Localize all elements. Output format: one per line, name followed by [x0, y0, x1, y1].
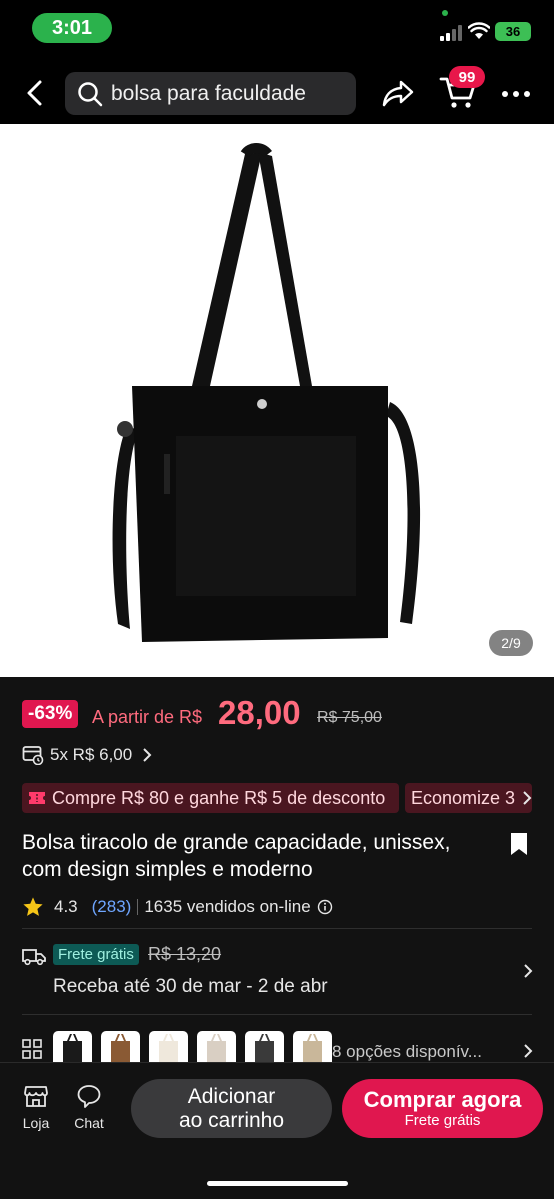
status-time: 3:01: [32, 13, 112, 43]
search-input[interactable]: bolsa para faculdade: [65, 72, 356, 115]
price-prefix: A partir de R$: [92, 707, 203, 727]
status-bar: 3:01 36: [0, 0, 554, 58]
promo-carousel[interactable]: Compre R$ 80 e ganhe R$ 5 de desconto Ec…: [22, 783, 532, 813]
buy-now-sublabel: Frete grátis: [404, 1112, 481, 1129]
add-to-cart-label-line2: ao carrinho: [178, 1108, 285, 1132]
image-counter: 2/9: [489, 630, 533, 656]
review-count[interactable]: (283): [92, 897, 132, 917]
variant-thumbnail[interactable]: [101, 1031, 140, 1062]
variant-thumbnails[interactable]: [53, 1031, 332, 1062]
chevron-right-icon[interactable]: [523, 1043, 533, 1059]
variant-thumbnail[interactable]: [149, 1031, 188, 1062]
store-icon: [24, 1086, 48, 1107]
promo-label: Compre R$ 80 e ganhe R$ 5 de desconto: [52, 787, 386, 808]
free-shipping-badge: Frete grátis: [53, 944, 139, 965]
variants-grid-icon: [22, 1039, 42, 1059]
variants-count[interactable]: 8 opções disponív...: [332, 1042, 482, 1062]
installments-text: 5x R$ 6,00: [50, 745, 133, 764]
rating-value: 4.3: [54, 897, 78, 916]
more-options-icon[interactable]: [501, 90, 531, 98]
sold-count: 1635 vendidos on-line: [144, 897, 311, 916]
delivery-truck-icon: [22, 949, 46, 966]
promo-chip[interactable]: Compre R$ 80 e ganhe R$ 5 de desconto: [22, 783, 399, 813]
rating-row[interactable]: 4.3 (283) 1635 vendidos on-line: [22, 895, 333, 919]
original-price: R$ 75,00: [317, 709, 382, 726]
installments-row[interactable]: 5x R$ 6,00: [22, 743, 158, 767]
top-navigation: bolsa para faculdade 99: [0, 58, 554, 124]
variant-thumbnail[interactable]: [245, 1031, 284, 1062]
bookmark-icon[interactable]: [508, 832, 530, 856]
credit-card-icon: [22, 746, 44, 765]
chevron-right-icon[interactable]: [523, 963, 533, 979]
chat-button[interactable]: Chat: [64, 1083, 114, 1131]
cart-count-badge: 99: [449, 66, 485, 88]
add-to-cart-button[interactable]: Adicionar ao carrinho: [131, 1079, 332, 1138]
section-divider: [22, 928, 532, 929]
product-image: [112, 143, 421, 642]
chat-icon: [77, 1085, 101, 1108]
buy-now-label: Comprar agora: [363, 1087, 522, 1112]
camera-indicator-icon: [442, 10, 448, 16]
cellular-signal-icon: [440, 25, 462, 41]
delivery-estimate[interactable]: Receba até 30 de mar - 2 de abr: [53, 976, 328, 998]
promo-label: Economize 3: [411, 787, 516, 808]
variant-thumbnail[interactable]: [293, 1031, 332, 1062]
chat-label: Chat: [74, 1115, 104, 1131]
search-query: bolsa para faculdade: [111, 81, 306, 105]
bottom-action-bar: Loja Chat Adicionar ao carrinho Comprar …: [0, 1062, 554, 1199]
share-icon[interactable]: [381, 78, 415, 108]
store-button[interactable]: Loja: [11, 1083, 61, 1131]
back-arrow-icon[interactable]: [22, 78, 50, 108]
add-to-cart-label-line1: Adicionar: [187, 1084, 276, 1108]
coupon-icon: [29, 792, 45, 804]
section-divider: [22, 1014, 532, 1015]
info-icon[interactable]: [317, 899, 333, 915]
price-value: 28,00: [218, 694, 301, 731]
shipping-old-price: R$ 13,20: [148, 944, 222, 964]
home-indicator[interactable]: [207, 1181, 348, 1186]
wifi-icon: [468, 22, 490, 39]
buy-now-button[interactable]: Comprar agora Frete grátis: [342, 1079, 543, 1138]
chevron-right-icon: [143, 748, 152, 762]
store-label: Loja: [22, 1115, 50, 1131]
battery-icon: 36: [495, 22, 531, 41]
divider: [137, 899, 139, 915]
product-title: Bolsa tiracolo de grande capacidade, uni…: [22, 831, 451, 881]
variant-thumbnail[interactable]: [197, 1031, 236, 1062]
discount-badge: -63%: [22, 700, 79, 728]
chevron-right-icon[interactable]: [521, 790, 533, 806]
product-info: -63% A partir de R$ 28,00 R$ 75,00 5x R$…: [0, 677, 554, 1062]
variant-thumbnail[interactable]: [53, 1031, 92, 1062]
search-icon: [78, 81, 103, 106]
battery-level: 36: [505, 24, 521, 39]
product-image-gallery[interactable]: 2/9: [0, 124, 554, 677]
star-icon: [23, 897, 43, 916]
promo-chip[interactable]: Economize 3: [405, 783, 532, 813]
